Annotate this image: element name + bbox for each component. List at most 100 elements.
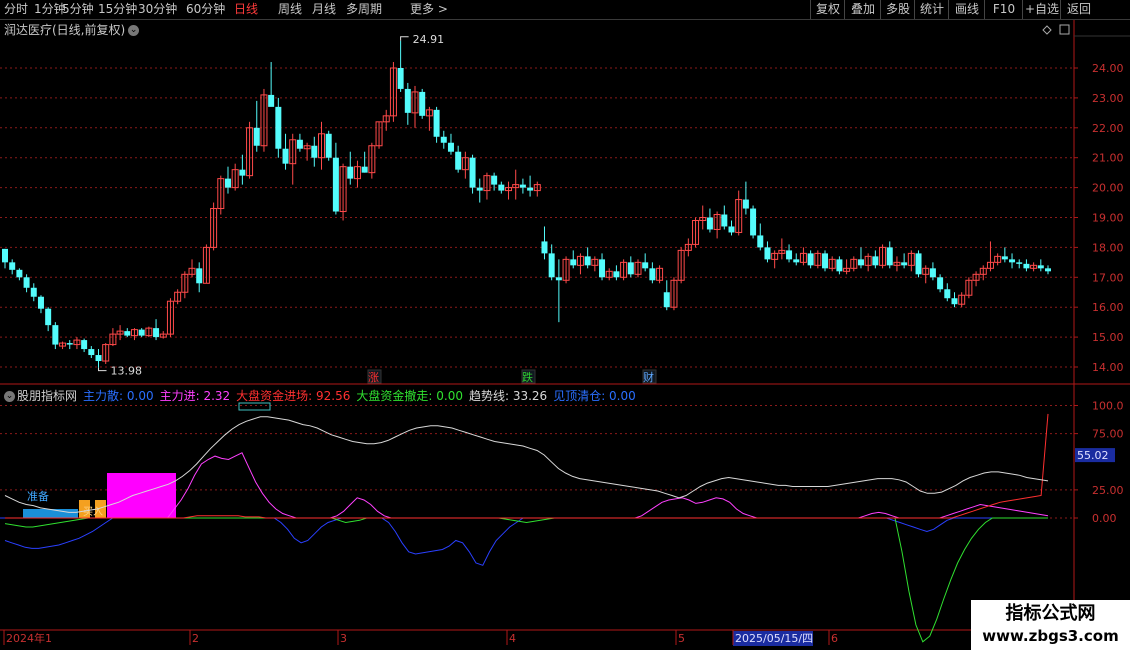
candle-body-down <box>325 133 332 158</box>
candle-body-down <box>447 142 454 152</box>
candle-body-down <box>404 88 411 113</box>
price-tick-label: 24.00 <box>1092 62 1124 75</box>
indicator-name: 股朋指标网 <box>17 389 78 403</box>
candle-body-down <box>757 235 764 248</box>
candle-body-down <box>599 259 606 278</box>
candle-body-down <box>311 145 318 158</box>
candlestick-chart: 24.0023.0022.0021.0020.0019.0018.0017.00… <box>0 20 1130 650</box>
date-label: 4 <box>509 632 516 645</box>
candle-body-down <box>124 331 131 336</box>
candle-body-down <box>23 277 30 288</box>
candle-body-down <box>570 259 577 266</box>
candle-body-down <box>1037 265 1044 269</box>
event-marker: 跌 <box>522 370 533 384</box>
candle-body-down <box>613 271 620 278</box>
candle-body-down <box>16 269 23 278</box>
candle-body-down <box>807 253 814 266</box>
price-tick-label: 15.00 <box>1092 331 1124 344</box>
candle-body-down <box>541 241 548 254</box>
indicator-legend-5: 见顶清仓: 0.00 <box>553 389 636 403</box>
signal-box <box>238 402 271 411</box>
date-label: 2 <box>192 632 199 645</box>
candle-body-down <box>649 268 656 281</box>
indicator-tick-label: 75.00 <box>1092 428 1124 441</box>
indicator-legend-2: 大盘资金进场: 92.56 <box>236 389 351 403</box>
candle-body-down <box>419 91 426 116</box>
indicator-legend-4: 趋势线: 33.26 <box>468 389 548 403</box>
candle-body-down <box>95 355 102 362</box>
diamond-icon <box>1042 25 1052 35</box>
date-label: 5 <box>678 632 685 645</box>
candle-body-down <box>66 343 73 345</box>
candle-body-down <box>937 277 944 290</box>
candle-body-down <box>822 253 829 269</box>
chevron-down-icon[interactable]: ⌄ <box>4 391 15 402</box>
high-price-label: 24.91 <box>413 33 445 46</box>
candle-body-down <box>548 253 555 278</box>
price-tick-label: 20.00 <box>1092 182 1124 195</box>
candle-body-down <box>275 106 282 149</box>
candle-body-down <box>1001 256 1008 260</box>
candle-body-down <box>282 148 289 164</box>
indicator-tick-label: 25.00 <box>1092 484 1124 497</box>
high-marker-arrow <box>400 36 409 41</box>
price-tick-label: 18.00 <box>1092 241 1124 254</box>
indicator-legend-3: 大盘资金撤走: 0.00 <box>356 389 463 403</box>
price-tick-label: 17.00 <box>1092 271 1124 284</box>
candle-body-down <box>30 287 37 297</box>
candle-body-down <box>901 262 908 266</box>
watermark: 指标公式网 www.zbgs3.com <box>971 600 1130 650</box>
candle-body-down <box>153 328 160 338</box>
candle-body-down <box>793 259 800 263</box>
candle-body-down <box>81 340 88 350</box>
candle-body-down <box>555 277 562 281</box>
candle-body-down <box>1016 262 1023 264</box>
indicator-legend-1: 主力进: 2.32 <box>159 389 231 403</box>
candle-body-down <box>627 262 634 275</box>
price-tick-label: 19.00 <box>1092 212 1124 225</box>
candle-body-down <box>1045 268 1051 272</box>
candle-body-down <box>296 139 303 149</box>
candle-body-down <box>742 199 749 209</box>
date-label: 2025/05/15/四 <box>735 632 813 645</box>
candle-body-down <box>872 256 879 266</box>
candle-body-down <box>37 296 44 309</box>
candle-body-down <box>929 268 936 278</box>
date-label: 3 <box>340 632 347 645</box>
date-label: 6 <box>831 632 838 645</box>
low-marker-arrow <box>98 367 107 372</box>
low-price-label: 13.98 <box>111 365 143 378</box>
big-out-line <box>4 517 1048 643</box>
clear-line <box>4 517 1048 566</box>
candle-body-down <box>45 308 52 326</box>
candle-body-down <box>397 68 404 89</box>
candle-body-down <box>764 247 771 260</box>
candle-body-down <box>944 289 951 299</box>
watermark-url: www.zbgs3.com <box>982 627 1119 645</box>
candle-body-down <box>138 329 145 336</box>
event-marker: 涨 <box>368 371 379 384</box>
candle-body-down <box>196 268 203 284</box>
watermark-title: 指标公式网 <box>1005 603 1096 624</box>
price-tick-label: 14.00 <box>1092 361 1124 374</box>
candle-body-down <box>332 157 339 212</box>
candle-body-down <box>915 253 922 275</box>
candle-body-down <box>88 349 95 356</box>
candle-body-down <box>476 187 483 191</box>
candle-body-down <box>886 247 893 266</box>
indicator-tick-label: 100.0 <box>1092 400 1124 413</box>
candle-body-down <box>224 178 231 188</box>
candle-body-down <box>584 256 591 266</box>
candle-body-down <box>663 292 670 308</box>
event-marker: 财 <box>643 370 654 384</box>
candle-body-down <box>52 325 59 345</box>
candle-body-down <box>706 217 713 230</box>
indicator-legend-0: 主力散: 0.00 <box>83 389 154 403</box>
candle-body-down <box>268 94 275 107</box>
ready-label: 准备 <box>27 489 49 503</box>
candle-body-down <box>786 250 793 260</box>
candle-body-down <box>253 127 260 146</box>
candle-body-down <box>750 208 757 236</box>
candle-body-down <box>440 136 447 143</box>
indicator-header: ⌄ 股朋指标网 主力散: 0.00 主力进: 2.32 大盘资金进场: 92.56 大盘资… <box>4 387 648 404</box>
